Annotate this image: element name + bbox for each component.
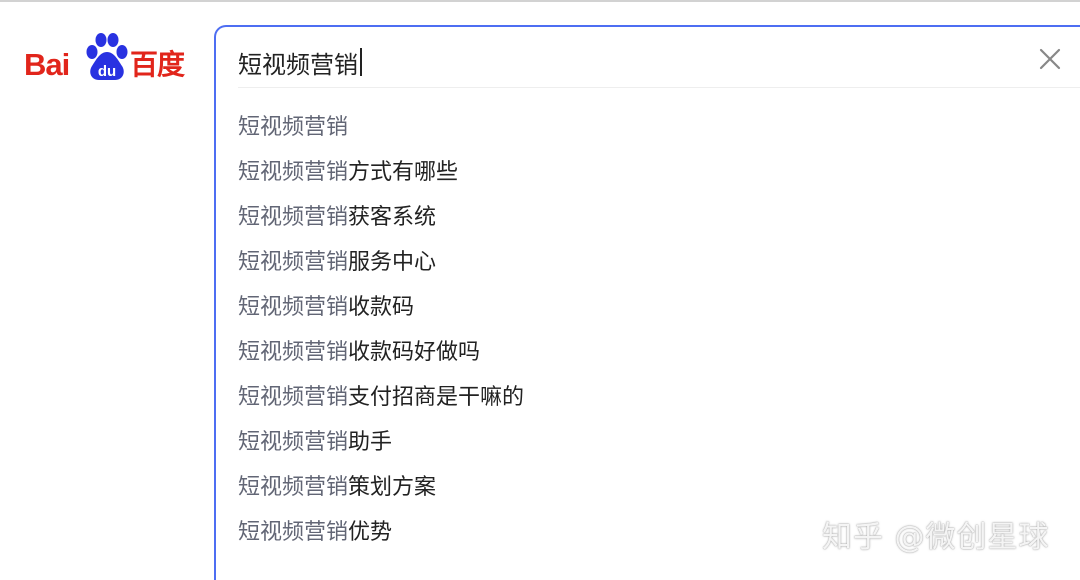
suggestion-item[interactable]: 短视频营销收款码 xyxy=(238,285,1058,330)
suggestion-prefix: 短视频营销 xyxy=(238,520,349,545)
text-caret xyxy=(360,48,362,76)
suggestion-prefix: 短视频营销 xyxy=(238,430,349,455)
page: Bai du 百度 短视频营销 短视频营销 短视频营销方式有哪些 短视频营销获客… xyxy=(0,0,1080,580)
suggestion-prefix: 短视频营销 xyxy=(238,160,349,185)
suggestion-suffix: 收款码好做吗 xyxy=(348,340,481,365)
suggestion-item[interactable]: 短视频营销支付招商是干嘛的 xyxy=(238,375,1058,420)
suggestion-prefix: 短视频营销 xyxy=(238,340,349,365)
logo-chinese-text: 百度 xyxy=(130,48,185,81)
suggestion-item[interactable]: 短视频营销助手 xyxy=(238,420,1058,465)
paw-icon: du xyxy=(86,33,128,80)
search-query-text: 短视频营销 xyxy=(238,50,358,79)
baidu-logo[interactable]: Bai du 百度 xyxy=(24,32,192,84)
suggestion-item[interactable]: 短视频营销策划方案 xyxy=(238,465,1058,510)
top-divider xyxy=(0,0,1080,2)
suggestion-suffix: 优势 xyxy=(348,520,393,545)
suggestion-suffix: 支付招商是干嘛的 xyxy=(348,385,525,410)
suggestion-prefix: 短视频营销 xyxy=(238,115,349,140)
suggestion-suffix: 助手 xyxy=(348,430,393,455)
suggestion-item[interactable]: 短视频营销收款码好做吗 xyxy=(238,330,1058,375)
suggestion-suffix: 服务中心 xyxy=(348,250,437,275)
suggestion-suffix: 方式有哪些 xyxy=(348,160,459,185)
suggestion-prefix: 短视频营销 xyxy=(238,295,349,320)
suggestion-prefix: 短视频营销 xyxy=(238,205,349,230)
suggestion-suffix: 获客系统 xyxy=(348,205,437,230)
close-icon[interactable] xyxy=(1036,45,1064,73)
zhihu-watermark: 知乎 @微创星球 xyxy=(822,520,1050,555)
suggestion-item[interactable]: 短视频营销方式有哪些 xyxy=(238,150,1058,195)
suggestion-prefix: 短视频营销 xyxy=(238,250,349,275)
suggestion-item[interactable]: 短视频营销获客系统 xyxy=(238,195,1058,240)
suggestion-list: 短视频营销 短视频营销方式有哪些 短视频营销获客系统 短视频营销服务中心 短视频… xyxy=(238,105,1058,555)
logo-paw-text: du xyxy=(98,63,116,80)
search-input[interactable]: 短视频营销 xyxy=(238,41,362,83)
suggestion-suffix: 策划方案 xyxy=(348,475,437,500)
suggestion-item[interactable]: 短视频营销服务中心 xyxy=(238,240,1058,285)
suggestion-suffix: 收款码 xyxy=(348,295,415,320)
search-box[interactable]: 短视频营销 短视频营销 短视频营销方式有哪些 短视频营销获客系统 短视频营销服务… xyxy=(214,25,1080,580)
input-divider xyxy=(238,87,1080,88)
suggestion-prefix: 短视频营销 xyxy=(238,385,349,410)
suggestion-prefix: 短视频营销 xyxy=(238,475,349,500)
suggestion-item[interactable]: 短视频营销 xyxy=(238,105,1058,150)
logo-latin-text: Bai xyxy=(24,47,70,82)
